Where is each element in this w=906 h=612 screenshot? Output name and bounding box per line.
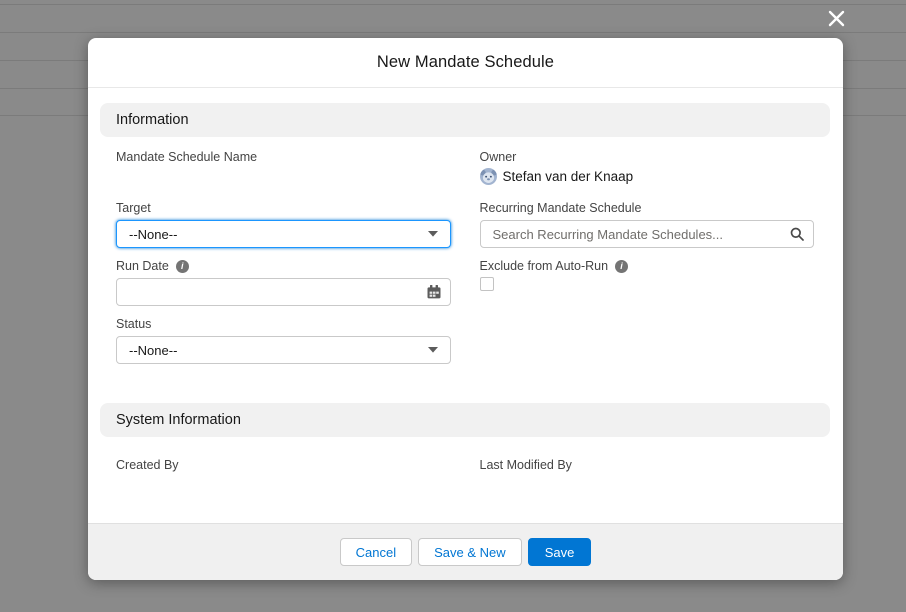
field-status: Status --None-- (116, 317, 451, 364)
avatar (480, 168, 497, 185)
modal-footer: Cancel Save & New Save (88, 523, 843, 580)
owner-value-line: Stefan van der Knaap (480, 168, 815, 185)
cancel-button[interactable]: Cancel (340, 538, 412, 566)
section-information: Information (100, 103, 830, 137)
recurring-mandate-schedule-label: Recurring Mandate Schedule (480, 201, 815, 215)
target-value: --None-- (129, 227, 177, 242)
target-label: Target (116, 201, 451, 215)
run-date-info-icon[interactable]: i (176, 260, 189, 273)
owner-name: Stefan van der Knaap (503, 169, 634, 184)
calendar-icon[interactable] (427, 285, 441, 299)
exclude-auto-run-checkbox[interactable] (480, 277, 494, 291)
status-value: --None-- (129, 343, 177, 358)
run-date-input-wrap (116, 278, 451, 306)
field-target: Target --None-- (116, 201, 451, 248)
modal-body: Information Mandate Schedule Name Target… (88, 88, 843, 523)
fields-left-column: Mandate Schedule Name Target --None-- (116, 150, 451, 375)
new-mandate-schedule-modal: New Mandate Schedule Information Mandate… (88, 38, 843, 580)
owner-label: Owner (480, 150, 815, 164)
close-button[interactable] (825, 7, 847, 29)
status-label: Status (116, 317, 451, 331)
save-button[interactable]: Save (528, 538, 592, 566)
recurring-search-input[interactable] (480, 220, 815, 248)
screen-overlay: New Mandate Schedule Information Mandate… (0, 0, 906, 612)
field-recurring-mandate-schedule: Recurring Mandate Schedule (480, 201, 815, 248)
close-icon (828, 10, 845, 27)
system-information-fields: Created By Last Modified By (100, 437, 830, 472)
field-last-modified-by: Last Modified By (480, 458, 815, 472)
status-combobox[interactable]: --None-- (116, 336, 451, 364)
exclude-auto-run-label: Exclude from Auto-Run i (480, 259, 815, 273)
last-modified-by-label: Last Modified By (480, 458, 815, 472)
mandate-schedule-name-label: Mandate Schedule Name (116, 150, 451, 164)
recurring-search-wrap (480, 220, 815, 248)
run-date-label: Run Date i (116, 259, 451, 273)
fields-right-column: Owner (480, 150, 815, 375)
field-run-date: Run Date i (116, 259, 451, 306)
information-fields: Mandate Schedule Name Target --None-- (100, 137, 830, 375)
chevron-down-icon (428, 231, 438, 237)
search-icon (790, 227, 804, 241)
section-system-information: System Information (100, 403, 830, 437)
field-created-by: Created By (116, 458, 451, 472)
field-owner: Owner (480, 150, 815, 186)
section-information-title: Information (116, 112, 189, 128)
target-combobox[interactable]: --None-- (116, 220, 451, 248)
save-and-new-button[interactable]: Save & New (418, 538, 522, 566)
exclude-auto-run-info-icon[interactable]: i (615, 260, 628, 273)
background-row-divider (0, 32, 906, 33)
field-mandate-schedule-name: Mandate Schedule Name (116, 150, 451, 186)
modal-title: New Mandate Schedule (377, 53, 554, 72)
created-by-label: Created By (116, 458, 451, 472)
background-row-divider (0, 4, 906, 5)
chevron-down-icon (428, 347, 438, 353)
field-exclude-auto-run: Exclude from Auto-Run i (480, 259, 815, 291)
run-date-input[interactable] (116, 278, 451, 306)
modal-header: New Mandate Schedule (88, 38, 843, 88)
section-system-information-title: System Information (116, 412, 241, 428)
